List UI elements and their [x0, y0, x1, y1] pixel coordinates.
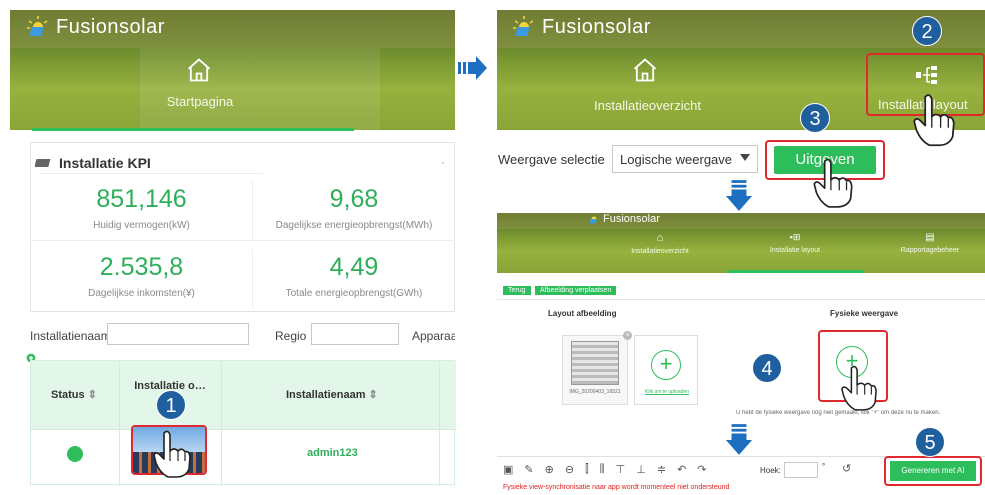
fusionsolar-logo-icon	[27, 16, 48, 36]
nav-installation-overview-small[interactable]: ⌂ Installatieoverzicht	[610, 232, 710, 270]
plants-table: Status ⇕ Installatie o…zicht Installatie…	[30, 360, 456, 486]
brand-name: Fusionsolar	[603, 213, 660, 225]
rotate-icon[interactable]: ↺	[842, 462, 851, 475]
align-top-icon[interactable]: ⊤	[616, 463, 626, 476]
nav-home-label: Startpagina	[166, 94, 234, 109]
angle-input[interactable]	[784, 462, 818, 478]
step-badge-3: 3	[800, 103, 830, 133]
flow-arrow-down-icon	[725, 180, 753, 211]
distribute-icon[interactable]: ≑	[657, 463, 666, 476]
layout-icon	[916, 66, 937, 84]
fusionsolar-logo-icon	[589, 216, 597, 224]
col-status-header[interactable]: Status ⇕	[51, 388, 97, 401]
step-badge-2: 2	[912, 16, 942, 46]
flow-arrow-down-icon	[725, 424, 753, 455]
view-select-label: Weergave selectie	[498, 152, 605, 167]
step-badge-1: 1	[156, 390, 186, 420]
zoom-in-icon[interactable]: ⊕	[545, 463, 554, 476]
flow-arrow-right-icon	[458, 56, 487, 80]
step-badge-4: 4	[752, 353, 782, 383]
kpi-item-total-yield: 4,49 Totale energieopbrengst(GWh)	[285, 253, 423, 299]
home-icon: ⌂	[656, 232, 664, 244]
physical-view-title: Fysieke weergave	[830, 309, 899, 318]
edit-toolbar: ▣ ✎ ⊕ ⊖ ⫿ ⫼ ⊤ ⊥ ≑ ↶ ↷	[503, 463, 707, 476]
brand-name: Fusionsolar	[542, 15, 651, 38]
left-brand: Fusionsolar	[26, 15, 165, 39]
hand-pointer-icon	[813, 158, 853, 208]
undo-icon[interactable]: ↶	[677, 463, 686, 476]
hand-pointer-icon	[913, 94, 955, 147]
brand-name: Fusionsolar	[56, 15, 165, 38]
fusionsolar-logo-icon	[513, 16, 534, 36]
home-icon	[633, 58, 657, 82]
installation-name-link[interactable]: admin123	[307, 447, 358, 459]
redo-icon[interactable]: ↷	[697, 463, 706, 476]
layout-icon: ▪⊞	[789, 232, 801, 242]
add-icon: +	[651, 350, 681, 380]
status-dot	[67, 446, 83, 462]
kpi-title: Installatie KPI	[59, 155, 151, 171]
filter-installation-name-label: Installatienaam	[30, 329, 111, 343]
upload-area[interactable]: + Klik om te uploaden	[634, 335, 698, 405]
align-bottom-icon[interactable]: ⊥	[636, 463, 646, 476]
chevron-down-icon	[740, 154, 750, 161]
left-home-tile[interactable]: Startpagina	[10, 48, 455, 131]
filter-device-label: Apparaat	[412, 329, 455, 343]
step-badge-5: 5	[915, 427, 945, 457]
nav-installation-layout-small[interactable]: ▪⊞ Installatie layout	[727, 232, 863, 273]
filter-region-label: Regio	[275, 329, 307, 343]
col-name-header[interactable]: Installatienaam ⇕	[286, 388, 378, 401]
hand-pointer-icon	[153, 430, 191, 478]
align-center-icon[interactable]: ⫼	[600, 463, 605, 476]
view-select-dropdown[interactable]: Logische weergave	[612, 145, 758, 173]
kpi-item-power: 851,146 Huidig vermogen(kW)	[31, 181, 253, 241]
layout-image-thumbnail[interactable]: IMG_20200403_16521 ×	[562, 331, 632, 405]
layout-image-title: Layout afbeelding	[548, 309, 617, 318]
kpi-item-daily-yield: 9,68 Dagelijkse energieopbrengst(MWh)	[253, 181, 455, 241]
kpi-item-daily-income: 2.535,8 Dagelijkse inkomsten(¥)	[31, 249, 253, 309]
report-icon: ▤	[925, 232, 935, 243]
kpi-card: Installatie KPI · 851,146 Huidig vermoge…	[30, 142, 455, 312]
physical-view-hint: U hebt de fysieke weergave nog niet gema…	[736, 410, 941, 416]
nav-report-management-small[interactable]: ▤ Rapportagebeheer	[880, 232, 980, 270]
active-tab-indicator	[32, 128, 354, 131]
sort-icon[interactable]: ⇕	[369, 389, 378, 401]
move-image-button[interactable]: Afbeelding verplaatsen	[535, 286, 617, 295]
hand-pointer-icon	[841, 365, 877, 411]
region-input[interactable]	[311, 323, 399, 345]
installation-name-input[interactable]	[107, 323, 249, 345]
solar-panel-icon	[35, 159, 51, 167]
nav-installation-overview[interactable]: Installatieoverzicht	[565, 48, 730, 130]
close-icon[interactable]: ×	[623, 331, 632, 340]
generate-ai-button[interactable]: Genereren met AI	[890, 461, 976, 481]
sync-warning: Fysieke view-synchronisatie naar app wor…	[503, 484, 730, 491]
right-bottom-header-bar	[497, 213, 985, 229]
back-button[interactable]: Terug	[503, 286, 531, 295]
brush-icon[interactable]: ✎	[524, 463, 533, 476]
right-top-brand: Fusionsolar	[512, 15, 651, 39]
angle-unit: °	[822, 462, 826, 471]
zoom-out-icon[interactable]: ⊖	[565, 463, 574, 476]
home-icon	[187, 58, 211, 82]
save-icon[interactable]: ▣	[503, 463, 513, 476]
right-bottom-brand: Fusionsolar	[588, 213, 660, 225]
sort-icon[interactable]: ⇕	[88, 389, 97, 401]
more-icon[interactable]: ·	[441, 155, 445, 169]
angle-label: Hoek:	[760, 466, 781, 475]
align-left-icon[interactable]: ⫿	[585, 463, 589, 476]
